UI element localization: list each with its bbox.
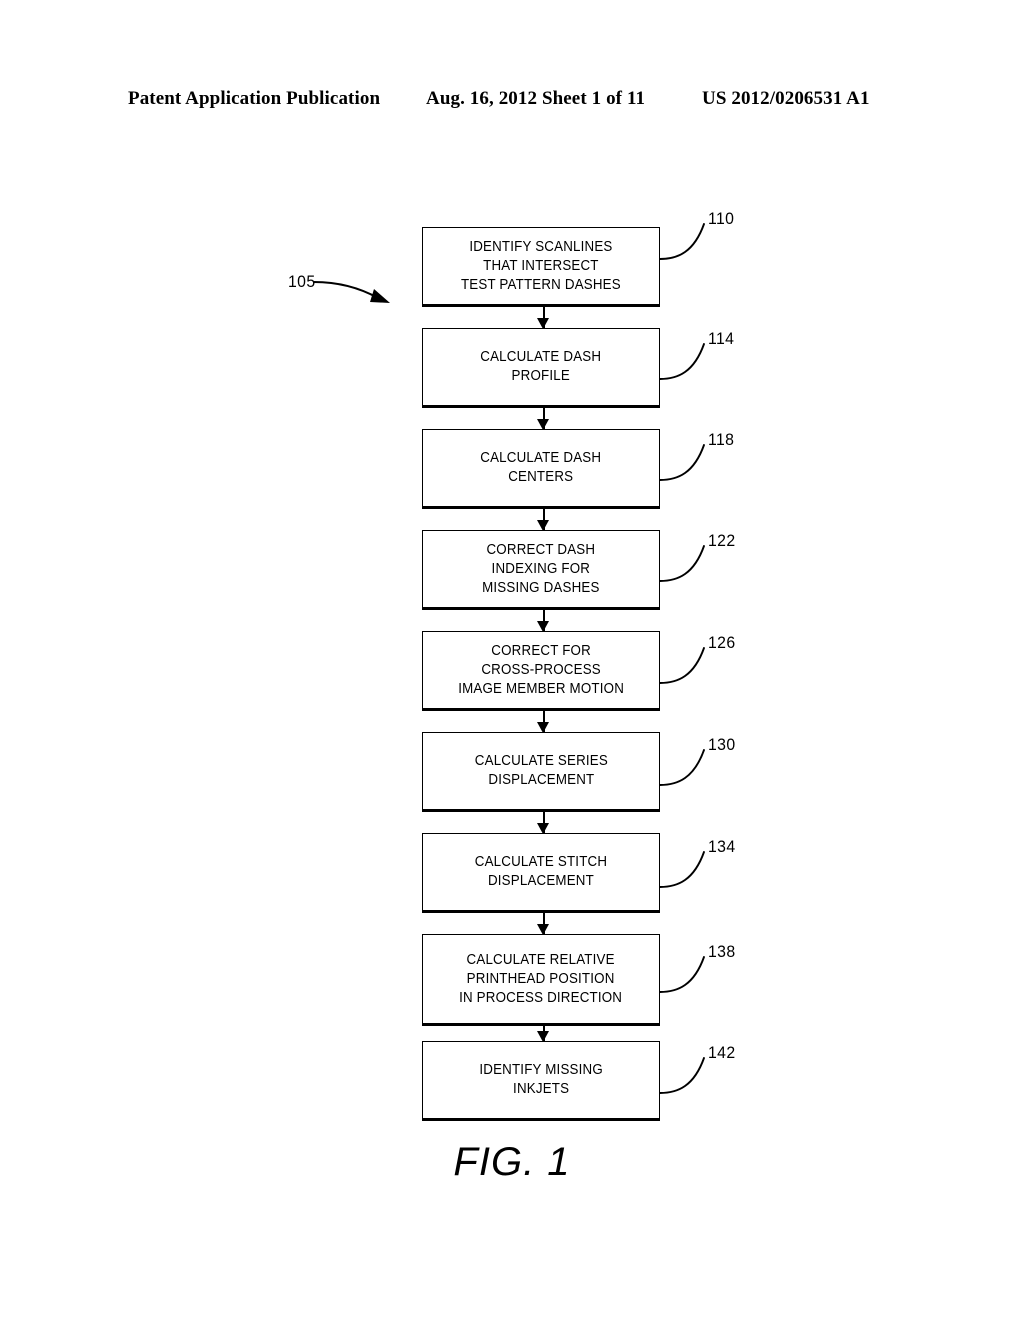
leader-line-110 bbox=[659, 223, 705, 260]
flow-step-110-label: IDENTIFY SCANLINES THAT INTERSECT TEST P… bbox=[461, 238, 621, 293]
flow-step-130: CALCULATE SERIES DISPLACEMENT bbox=[422, 732, 660, 812]
connector-114-118 bbox=[537, 408, 550, 430]
flow-step-130-label: CALCULATE SERIES DISPLACEMENT bbox=[474, 753, 608, 788]
flow-step-114: CALCULATE DASH PROFILE bbox=[422, 328, 660, 408]
flow-step-110: IDENTIFY SCANLINES THAT INTERSECT TEST P… bbox=[422, 227, 660, 307]
leader-line-114 bbox=[659, 343, 705, 380]
flow-step-134-label: CALCULATE STITCH DISPLACEMENT bbox=[474, 854, 608, 889]
leader-line-134 bbox=[659, 851, 705, 888]
flow-step-126: CORRECT FOR CROSS-PROCESS IMAGE MEMBER M… bbox=[422, 631, 660, 711]
figure-caption: FIG. 1 bbox=[453, 1140, 571, 1184]
flow-step-114-label: CALCULATE DASH PROFILE bbox=[480, 349, 602, 384]
flow-step-118: CALCULATE DASH CENTERS bbox=[422, 429, 660, 509]
flow-step-142-label: IDENTIFY MISSING INKJETS bbox=[479, 1062, 603, 1097]
leader-line-138 bbox=[659, 956, 705, 993]
connector-110-114 bbox=[537, 307, 550, 329]
flow-step-118-label: CALCULATE DASH CENTERS bbox=[480, 450, 602, 485]
figure-1-flowchart: 105 IDENTIFY SCANLINES THAT INTERSECT TE… bbox=[0, 0, 1024, 1320]
connector-122-126 bbox=[537, 610, 550, 632]
flow-step-122: CORRECT DASH INDEXING FOR MISSING DASHES bbox=[422, 530, 660, 610]
flow-step-134: CALCULATE STITCH DISPLACEMENT bbox=[422, 833, 660, 913]
connector-134-138 bbox=[537, 913, 550, 935]
flow-step-138: CALCULATE RELATIVE PRINTHEAD POSITION IN… bbox=[422, 934, 660, 1026]
leader-line-118 bbox=[659, 444, 705, 481]
connector-138-142 bbox=[537, 1026, 550, 1042]
flow-step-126-label: CORRECT FOR CROSS-PROCESS IMAGE MEMBER M… bbox=[458, 642, 624, 697]
connector-118-122 bbox=[537, 509, 550, 531]
leader-line-126 bbox=[659, 647, 705, 684]
connector-126-130 bbox=[537, 711, 550, 733]
flow-step-138-label: CALCULATE RELATIVE PRINTHEAD POSITION IN… bbox=[459, 951, 623, 1006]
flow-step-142: IDENTIFY MISSING INKJETS bbox=[422, 1041, 660, 1121]
connector-130-134 bbox=[537, 812, 550, 834]
leader-line-122 bbox=[659, 545, 705, 582]
pointer-105-arrow bbox=[313, 281, 390, 303]
flow-step-122-label: CORRECT DASH INDEXING FOR MISSING DASHES bbox=[482, 541, 600, 596]
leader-line-142 bbox=[659, 1057, 705, 1094]
leader-line-130 bbox=[659, 749, 705, 786]
